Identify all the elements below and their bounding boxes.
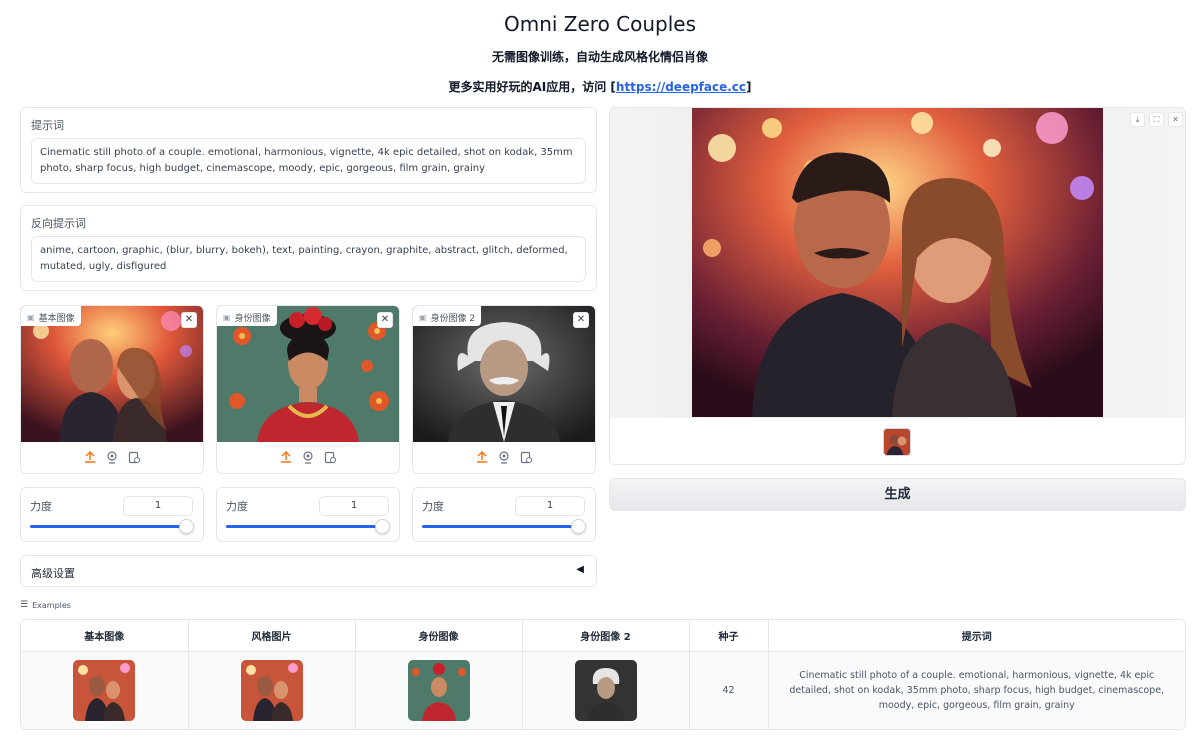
download-icon[interactable]: ⤓ xyxy=(1130,112,1145,127)
identity-image-label: 身份图像 xyxy=(234,314,271,324)
fullscreen-icon[interactable]: ⛶ xyxy=(1149,112,1164,127)
example-cell[interactable] xyxy=(21,651,189,729)
einstein-portrait-image xyxy=(413,306,595,442)
frida-thumbnail xyxy=(407,659,470,721)
column-header: 种子 xyxy=(689,620,769,652)
close-icon[interactable]: ✕ xyxy=(377,312,393,328)
couple-photo-image xyxy=(21,306,203,442)
prompt-cell[interactable]: Cinematic still photo of a couple. emoti… xyxy=(768,651,1185,729)
output-gallery: ⤓ ⛶ ✕ xyxy=(609,107,1186,465)
collapse-arrow-icon[interactable]: ◀ xyxy=(576,564,584,575)
examples-label-text: Examples xyxy=(32,600,71,610)
einstein-thumbnail xyxy=(574,659,637,721)
deepface-link[interactable]: https://deepface.cc xyxy=(616,80,746,94)
negative-prompt-label: 反向提示词 xyxy=(31,217,86,230)
close-icon[interactable]: ✕ xyxy=(573,312,589,328)
column-header: 风格图片 xyxy=(188,620,356,652)
slider-track[interactable] xyxy=(226,525,381,528)
table-row[interactable]: 42 Cinematic still photo of a couple. em… xyxy=(21,651,1185,729)
upload-icon[interactable] xyxy=(279,450,293,464)
image-icon: ▣ xyxy=(223,313,231,322)
image-label-tag: ▣ 身份图像 2 xyxy=(413,306,482,326)
examples-table: 基本图像 风格图片 身份图像 身份图像 2 种子 提示词 42 Cinemati… xyxy=(20,619,1186,730)
close-icon[interactable]: ✕ xyxy=(181,312,197,328)
slider-label: 力度 xyxy=(226,500,248,513)
strength-slider-3: 力度 1 xyxy=(412,487,596,542)
output-thumbnail[interactable] xyxy=(883,428,911,456)
identity-image-2-input[interactable]: ▣ 身份图像 2 ✕ xyxy=(412,305,596,474)
upload-icon[interactable] xyxy=(83,450,97,464)
image-toolbar xyxy=(21,450,203,468)
identity-image-2-label: 身份图像 2 xyxy=(430,314,476,324)
upload-icon[interactable] xyxy=(475,450,489,464)
image-icon: ▣ xyxy=(27,313,35,322)
example-cell[interactable] xyxy=(522,651,690,729)
column-header: 基本图像 xyxy=(21,620,189,652)
couple-thumbnail xyxy=(73,659,136,721)
page-title: Omni Zero Couples xyxy=(503,12,697,36)
webcam-icon[interactable] xyxy=(497,450,511,464)
page-subtitle: 无需图像训练，自动生成风格化情侣肖像 xyxy=(491,50,708,64)
example-cell[interactable] xyxy=(188,651,356,729)
output-image xyxy=(692,108,1103,417)
link-suffix: ] xyxy=(746,80,752,94)
slider-track[interactable] xyxy=(30,525,185,528)
slider-number-input[interactable]: 1 xyxy=(123,496,193,516)
generate-button[interactable]: 生成 xyxy=(609,478,1186,511)
style-thumbnail xyxy=(240,659,303,721)
examples-label: ☰ Examples xyxy=(20,600,71,610)
clipboard-icon[interactable] xyxy=(323,450,337,464)
base-image-input[interactable]: ▣ 基本图像 ✕ xyxy=(20,305,204,474)
clipboard-icon[interactable] xyxy=(127,450,141,464)
slider-label: 力度 xyxy=(30,500,52,513)
image-toolbar xyxy=(217,450,399,468)
slider-label: 力度 xyxy=(422,500,444,513)
column-header: 身份图像 2 xyxy=(522,620,690,652)
image-label-tag: ▣ 基本图像 xyxy=(21,306,81,326)
slider-number-input[interactable]: 1 xyxy=(515,496,585,516)
prompt-block: 提示词 Cinematic still photo of a couple. e… xyxy=(20,107,597,193)
slider-thumb[interactable] xyxy=(375,519,390,534)
page-link-line: 更多实用好玩的AI应用，访问 [https://deepface.cc] xyxy=(0,78,1200,95)
strength-slider-2: 力度 1 xyxy=(216,487,400,542)
slider-track[interactable] xyxy=(422,525,577,528)
column-header: 提示词 xyxy=(768,620,1185,652)
table-header-row: 基本图像 风格图片 身份图像 身份图像 2 种子 提示词 xyxy=(21,620,1185,652)
slider-thumb[interactable] xyxy=(571,519,586,534)
slider-thumb[interactable] xyxy=(179,519,194,534)
identity-image-input[interactable]: ▣ 身份图像 ✕ xyxy=(216,305,400,474)
slider-number-input[interactable]: 1 xyxy=(319,496,389,516)
list-icon: ☰ xyxy=(20,600,29,610)
webcam-icon[interactable] xyxy=(105,450,119,464)
prompt-label: 提示词 xyxy=(31,119,64,132)
close-icon[interactable]: ✕ xyxy=(1168,112,1183,127)
base-image-label: 基本图像 xyxy=(38,314,75,324)
link-prefix: 更多实用好玩的AI应用，访问 [ xyxy=(448,80,616,94)
image-icon: ▣ xyxy=(419,313,427,322)
advanced-settings-label: 高级设置 xyxy=(31,567,75,580)
negative-prompt-block: 反向提示词 anime, cartoon, graphic, (blur, bl… xyxy=(20,205,597,291)
webcam-icon[interactable] xyxy=(301,450,315,464)
image-toolbar xyxy=(413,450,595,468)
negative-prompt-textarea[interactable]: anime, cartoon, graphic, (blur, blurry, … xyxy=(31,236,586,282)
frida-portrait-image xyxy=(217,306,399,442)
advanced-settings-accordion[interactable]: 高级设置 ◀ xyxy=(20,555,597,587)
prompt-textarea[interactable]: Cinematic still photo of a couple. emoti… xyxy=(31,138,586,184)
strength-slider-1: 力度 1 xyxy=(20,487,204,542)
column-header: 身份图像 xyxy=(355,620,523,652)
seed-cell[interactable]: 42 xyxy=(689,651,769,729)
example-cell[interactable] xyxy=(355,651,523,729)
image-label-tag: ▣ 身份图像 xyxy=(217,306,277,326)
clipboard-icon[interactable] xyxy=(519,450,533,464)
